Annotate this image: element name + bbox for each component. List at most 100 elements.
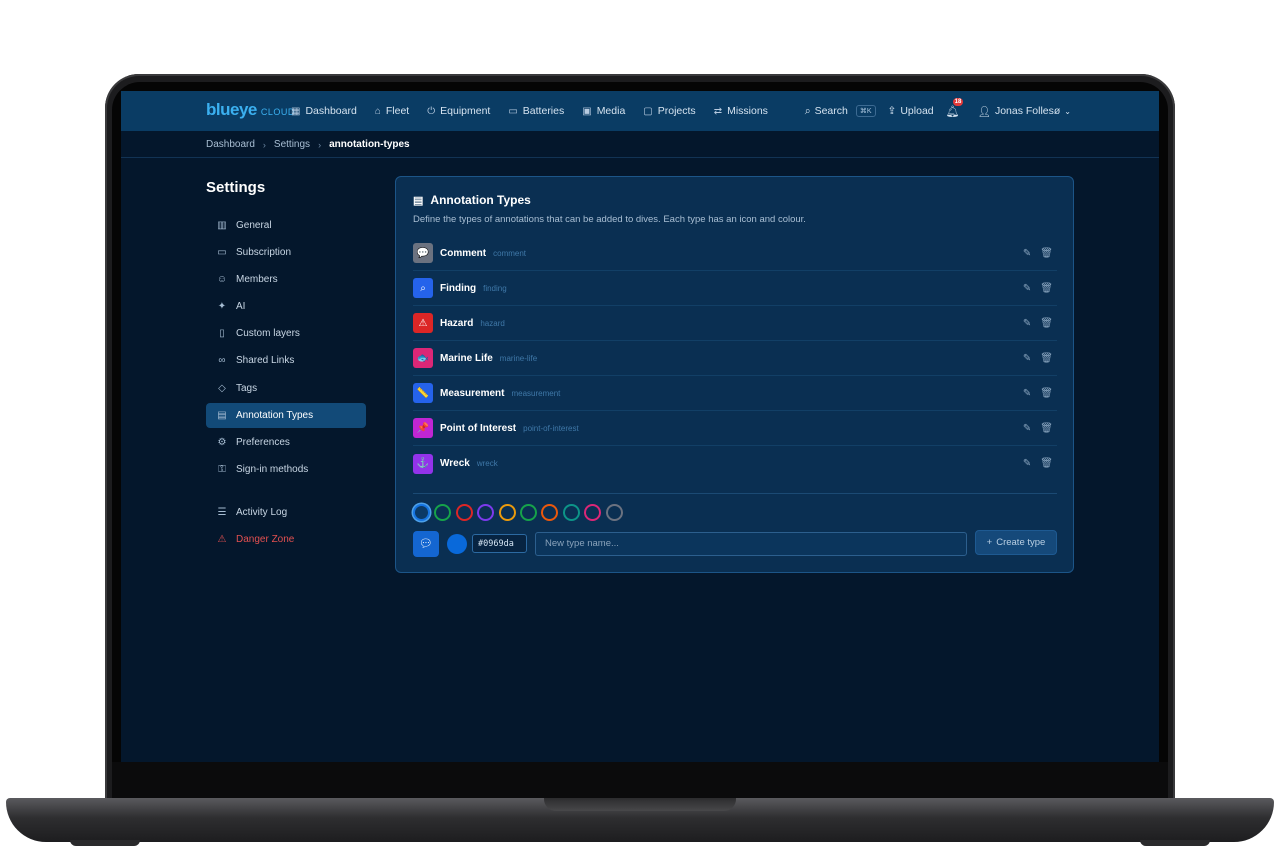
type-name: Comment — [440, 247, 487, 259]
annotation-icon: ▤ — [217, 409, 227, 421]
sidebar-item-annotation-types[interactable]: ▤ Annotation Types — [206, 402, 366, 428]
chevron-right-icon: › — [318, 139, 322, 150]
annotation-type-row: 🐟 Marine Life marine-life ✎ 🗑︎ — [413, 341, 1057, 376]
trash-icon[interactable]: 🗑︎ — [1040, 353, 1053, 364]
annotation-type-list: 💬 Comment comment ✎ 🗑︎ ⌕ Finding finding… — [413, 236, 1057, 481]
edit-icon[interactable]: ✎ — [1023, 458, 1031, 469]
trash-icon[interactable]: 🗑︎ — [1040, 388, 1053, 399]
trash-icon[interactable]: 🗑︎ — [1040, 423, 1053, 434]
annotation-type-row: ⚓ Wreck wreck ✎ 🗑︎ — [413, 446, 1057, 481]
color-swatch[interactable] — [584, 504, 602, 521]
top-nav: blueye CLOUD ▦ Dashboard ⌂ Fleet ⏻ Equipment ▭… — [121, 91, 1159, 131]
nav-link-equipment[interactable]: ⏻ Equipment — [427, 105, 490, 117]
fleet-icon: ⌂ — [374, 105, 381, 117]
new-type-name-input[interactable] — [535, 531, 967, 556]
sidebar-item-members[interactable]: ☺ Members — [206, 267, 366, 292]
row-actions: ✎ 🗑︎ — [1023, 271, 1053, 306]
user-menu[interactable]: 👤︎ Jonas Follesø ⌄ — [978, 105, 1071, 118]
type-slug: hazard — [480, 318, 505, 328]
sidebar-item-tags[interactable]: ◇ Tags — [206, 376, 366, 401]
type-slug: comment — [493, 248, 527, 258]
sidebar-item-ai[interactable]: ✦ AI — [206, 294, 366, 319]
type-name: Marine Life — [440, 352, 493, 364]
folder-icon: ▢ — [643, 105, 653, 117]
annotation-type-row: ⌕ Finding finding ✎ 🗑︎ — [413, 271, 1057, 306]
pin-icon: 📌 — [413, 418, 433, 438]
media-icon: ▣ — [582, 105, 592, 117]
breadcrumb-item[interactable]: Settings — [274, 139, 310, 150]
color-swatch[interactable] — [562, 504, 580, 521]
trash-icon[interactable]: 🗑︎ — [1040, 283, 1053, 294]
bell-icon: 🔔︎ — [945, 105, 960, 118]
edit-icon[interactable]: ✎ — [1023, 353, 1031, 364]
color-swatch[interactable] — [455, 504, 473, 521]
icon-picker-button[interactable]: 💬︎ — [413, 530, 439, 557]
type-slug: finding — [483, 283, 507, 293]
card-title: ▤ Annotation Types — [413, 193, 531, 207]
color-swatch[interactable] — [605, 504, 623, 521]
breadcrumb-divider — [121, 157, 1159, 158]
row-actions: ✎ 🗑︎ — [1023, 236, 1053, 271]
nav-link-dashboard[interactable]: ▦ Dashboard — [291, 105, 357, 117]
row-actions: ✎ 🗑︎ — [1023, 446, 1053, 481]
upload-button[interactable]: ⇪ Upload — [888, 105, 934, 117]
color-swatch[interactable] — [541, 504, 559, 521]
color-picker[interactable] — [447, 533, 467, 554]
nav-right: ⌕ Search ⌘K ⇪ Upload 🔔︎ 18 👤︎ Jonas Foll… — [805, 91, 1071, 131]
screen: blueye CLOUD ▦ Dashboard ⌂ Fleet ⏻ Equipment ▭… — [121, 91, 1159, 762]
sidebar-item-danger-zone[interactable]: ⚠ Danger Zone — [206, 527, 366, 552]
create-type-button[interactable]: + Create type — [975, 530, 1057, 555]
type-slug: point-of-interest — [523, 423, 579, 433]
edit-icon[interactable]: ✎ — [1023, 248, 1031, 259]
sidebar-item-subscription[interactable]: ▭ Subscription — [206, 240, 366, 265]
type-slug: marine-life — [499, 353, 538, 363]
hex-color-input[interactable]: #0969da — [472, 534, 527, 553]
edit-icon[interactable]: ✎ — [1023, 318, 1031, 329]
color-swatch[interactable] — [434, 504, 452, 521]
tag-icon: ◇ — [218, 382, 226, 394]
nav-link-media[interactable]: ▣ Media — [582, 105, 625, 117]
color-swatch[interactable] — [519, 504, 537, 521]
sidebar-item-sign-in-methods[interactable]: ⚿ Sign-in methods — [206, 457, 366, 482]
user-name: Jonas Follesø — [994, 105, 1061, 117]
nav-link-projects[interactable]: ▢ Projects — [643, 105, 695, 117]
sidebar-item-preferences[interactable]: ⚙ Preferences — [206, 430, 366, 455]
card-icon: ▭ — [217, 247, 227, 259]
nav-links: ▦ Dashboard ⌂ Fleet ⏻ Equipment ▭ Batteries ▣ Med… — [291, 91, 768, 131]
search-button[interactable]: ⌕ Search ⌘K — [805, 105, 876, 118]
sidebar-item-shared-links[interactable]: ∞ Shared Links — [206, 348, 366, 373]
user-icon: 👤︎ — [977, 105, 991, 118]
color-swatch[interactable] — [498, 504, 516, 521]
sidebar-item-custom-layers[interactable]: ▯ Custom layers — [206, 321, 366, 346]
chevron-down-icon: ⌄ — [1064, 106, 1071, 116]
notifications-button[interactable]: 🔔︎ 18 — [945, 97, 964, 118]
ruler-icon: 📏 — [413, 383, 433, 403]
nav-link-missions[interactable]: ⇄ Missions — [714, 105, 768, 117]
laptop-foot-left — [70, 840, 140, 846]
comment-icon: 💬︎ — [419, 538, 433, 550]
breadcrumb-item[interactable]: Dashboard — [206, 139, 255, 150]
nav-link-fleet[interactable]: ⌂ Fleet — [375, 105, 409, 117]
annotation-icon: ▤ — [413, 194, 424, 207]
trash-icon[interactable]: 🗑︎ — [1040, 248, 1053, 259]
color-swatch[interactable] — [413, 504, 430, 521]
trash-icon[interactable]: 🗑︎ — [1040, 318, 1053, 329]
laptop-chin — [112, 762, 1168, 800]
edit-icon[interactable]: ✎ — [1023, 423, 1031, 434]
breadcrumb-item: annotation-types — [329, 139, 410, 150]
sidebar-item-activity-log[interactable]: ☰ Activity Log — [206, 500, 366, 525]
sidebar-item-general[interactable]: ▥ General — [206, 213, 366, 238]
type-slug: wreck — [476, 459, 498, 468]
type-name: Hazard — [440, 317, 474, 329]
section-divider — [413, 493, 1057, 494]
row-actions: ✎ 🗑︎ — [1023, 306, 1053, 341]
laptop-hinge-notch — [544, 798, 736, 811]
annotation-type-row: 📏 Measurement measurement ✎ 🗑︎ — [413, 376, 1057, 411]
edit-icon[interactable]: ✎ — [1023, 283, 1031, 294]
trash-icon[interactable]: 🗑︎ — [1040, 458, 1053, 469]
color-swatch[interactable] — [477, 504, 495, 521]
nav-link-batteries[interactable]: ▭ Batteries — [508, 105, 564, 117]
edit-icon[interactable]: ✎ — [1023, 388, 1031, 399]
logo[interactable]: blueye CLOUD — [206, 100, 295, 120]
